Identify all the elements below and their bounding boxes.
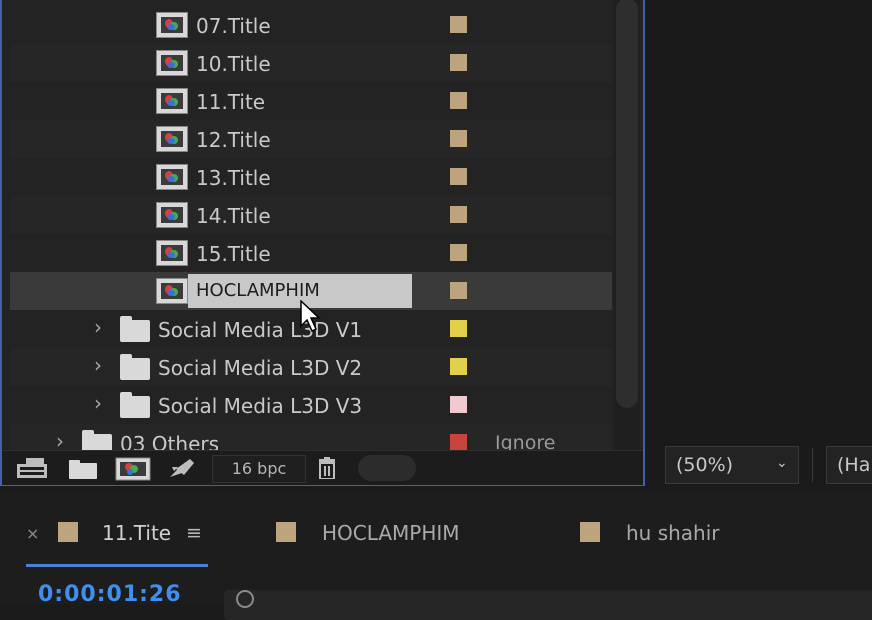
folder-icon bbox=[120, 316, 150, 342]
composition-icon bbox=[156, 126, 188, 152]
item-name: Social Media L3D V1 bbox=[158, 318, 363, 342]
folder-icon bbox=[120, 354, 150, 380]
thumbnail-size-slider[interactable] bbox=[358, 455, 416, 481]
tab-label: 11.Tite bbox=[102, 521, 172, 545]
label-color-swatch[interactable] bbox=[450, 54, 467, 71]
label-swatch bbox=[276, 522, 296, 542]
label-color-swatch[interactable] bbox=[450, 16, 467, 33]
label-color-swatch[interactable] bbox=[450, 396, 467, 413]
resolution-dropdown[interactable]: (Ha bbox=[826, 446, 872, 484]
composition-icon bbox=[156, 278, 188, 304]
label-color-swatch[interactable] bbox=[450, 320, 467, 337]
composition-icon bbox=[156, 164, 188, 190]
new-folder-icon[interactable] bbox=[68, 457, 98, 479]
folder-row[interactable]: › Social Media L3D V3 bbox=[10, 386, 612, 424]
composition-row[interactable]: 13.Title bbox=[10, 158, 612, 196]
label-color-swatch[interactable] bbox=[450, 434, 467, 450]
item-name: 12.Title bbox=[196, 128, 271, 152]
composition-row[interactable]: 07.Title bbox=[10, 6, 612, 44]
tab-label: HOCLAMPHIM bbox=[322, 521, 460, 545]
chevron-down-icon: ⌄ bbox=[776, 455, 788, 471]
trash-icon[interactable] bbox=[316, 457, 338, 480]
viewer-controls: (50%) ⌄ (Ha bbox=[648, 440, 872, 486]
label-swatch bbox=[58, 522, 78, 542]
search-icon bbox=[236, 590, 254, 608]
item-status-text: Ignore bbox=[495, 432, 556, 450]
render-queue-icon[interactable] bbox=[168, 457, 196, 479]
composition-viewer bbox=[648, 0, 872, 440]
composition-row[interactable]: 11.Tite bbox=[10, 82, 612, 120]
project-scrollbar[interactable] bbox=[614, 0, 640, 450]
folder-icon bbox=[120, 392, 150, 418]
item-name: 15.Title bbox=[196, 242, 271, 266]
chevron-right-icon[interactable]: › bbox=[56, 429, 64, 450]
label-color-swatch[interactable] bbox=[450, 130, 467, 147]
folder-icon bbox=[82, 430, 112, 450]
divider bbox=[812, 448, 813, 482]
label-color-swatch[interactable] bbox=[450, 358, 467, 375]
chevron-right-icon[interactable]: › bbox=[94, 353, 102, 377]
composition-row[interactable]: 15.Title bbox=[10, 234, 612, 272]
tab-label: hu shahir bbox=[626, 521, 720, 545]
composition-row[interactable]: 12.Title bbox=[10, 120, 612, 158]
folder-row[interactable]: › Social Media L3D V2 bbox=[10, 348, 612, 386]
timeline-search-input[interactable] bbox=[224, 590, 872, 620]
composition-icon bbox=[156, 50, 188, 76]
chevron-right-icon[interactable]: › bbox=[94, 315, 102, 339]
resolution-value: (Ha bbox=[837, 454, 871, 476]
item-name: 14.Title bbox=[196, 204, 271, 228]
item-name: 03 Others bbox=[120, 432, 220, 450]
chevron-right-icon[interactable]: › bbox=[94, 391, 102, 415]
current-time-display[interactable]: 0:00:01:26 bbox=[38, 582, 182, 607]
interpret-footage-icon[interactable] bbox=[16, 457, 50, 479]
composition-icon bbox=[156, 202, 188, 228]
item-name: 10.Title bbox=[196, 52, 271, 76]
composition-row[interactable]: 14.Title bbox=[10, 196, 612, 234]
timeline-panel: × 11.Tite ≡ HOCLAMPHIM hu shahir 0:00:01… bbox=[0, 490, 872, 620]
item-name: 13.Title bbox=[196, 166, 271, 190]
composition-icon bbox=[156, 12, 188, 38]
item-name: Social Media L3D V3 bbox=[158, 394, 363, 418]
label-swatch bbox=[580, 522, 600, 542]
bit-depth-button[interactable]: 16 bpc bbox=[212, 455, 306, 483]
menu-icon[interactable]: ≡ bbox=[186, 522, 202, 544]
label-color-swatch[interactable] bbox=[450, 282, 467, 299]
timeline-tab-hoclamphim[interactable]: HOCLAMPHIM bbox=[276, 520, 486, 550]
folder-row[interactable]: › 03 Others Ignore bbox=[10, 424, 612, 450]
magnification-dropdown[interactable]: (50%) ⌄ bbox=[665, 446, 799, 484]
project-item-list: 07.Title 10.Title 11.Tite 12.Title 13.Title 1… bbox=[2, 0, 612, 450]
item-name: 11.Tite bbox=[196, 90, 266, 114]
project-scroll-thumb[interactable] bbox=[616, 0, 638, 408]
timeline-tab-hu-shahir[interactable]: hu shahir bbox=[580, 520, 740, 550]
item-name: 07.Title bbox=[196, 14, 271, 38]
close-icon[interactable]: × bbox=[26, 524, 39, 543]
composition-row[interactable]: 10.Title bbox=[10, 44, 612, 82]
magnification-value: (50%) bbox=[676, 454, 734, 476]
item-name: Social Media L3D V2 bbox=[158, 356, 363, 380]
timeline-tab-11-tite[interactable]: × 11.Tite ≡ bbox=[26, 520, 216, 550]
project-footer: 16 bpc bbox=[2, 450, 643, 485]
active-tab-indicator bbox=[26, 564, 208, 567]
label-color-swatch[interactable] bbox=[450, 206, 467, 223]
new-composition-icon[interactable] bbox=[115, 457, 151, 481]
label-color-swatch[interactable] bbox=[450, 168, 467, 185]
label-color-swatch[interactable] bbox=[450, 244, 467, 261]
composition-icon bbox=[156, 88, 188, 114]
composition-icon bbox=[156, 240, 188, 266]
project-panel: 07.Title 10.Title 11.Tite 12.Title 13.Title 1… bbox=[0, 0, 645, 486]
label-color-swatch[interactable] bbox=[450, 92, 467, 109]
